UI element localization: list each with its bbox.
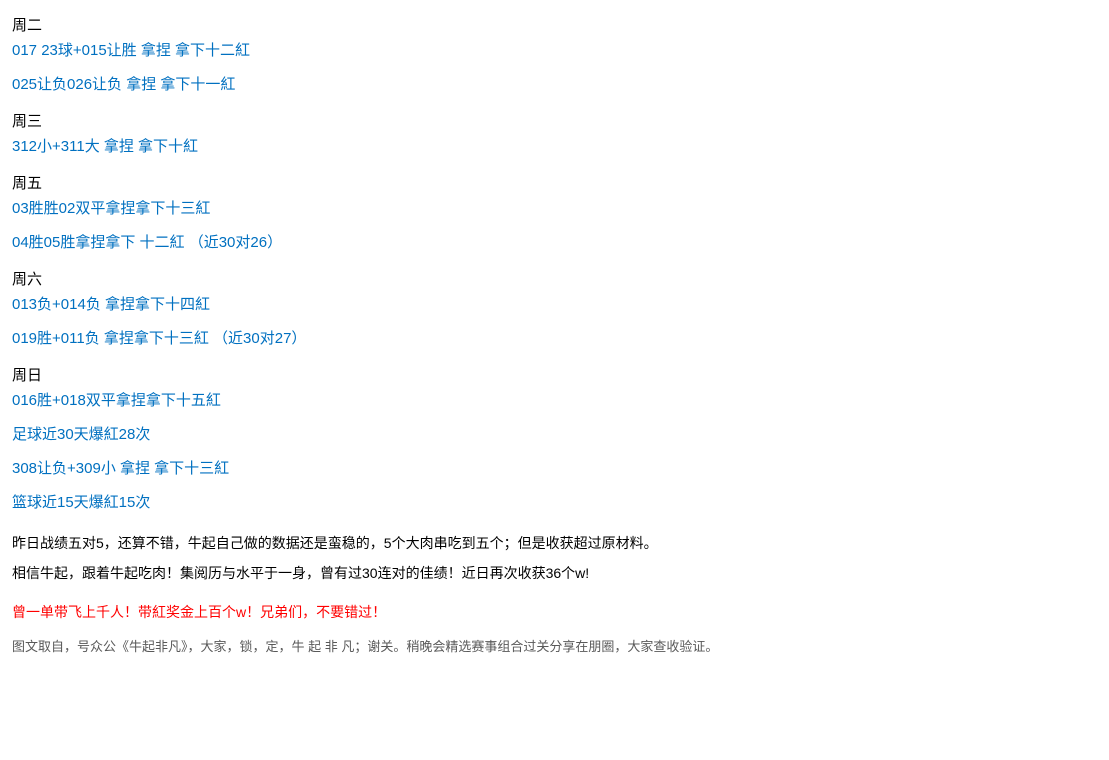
match-line-4: 03胜胜02双平拿捏拿下十三紅 bbox=[12, 197, 1097, 221]
day-header-saturday: 周六 bbox=[12, 268, 1097, 289]
match-line-7: 019胜+011负 拿捏拿下十三紅 （近30对27） bbox=[12, 327, 1097, 351]
day-header-sunday: 周日 bbox=[12, 364, 1097, 385]
match-line-5: 04胜05胜拿捏拿下 十二紅 （近30对26） bbox=[12, 231, 1097, 255]
match-line-6: 013负+014负 拿捏拿下十四紅 bbox=[12, 293, 1097, 317]
footer-line-4: 图文取自，号众公《牛起非凡》，大家，锁，定，牛 起 非 凡；谢关。稍晚会精选赛事… bbox=[12, 636, 1097, 655]
match-line-8: 016胜+018双平拿捏拿下十五紅 bbox=[12, 389, 1097, 413]
day-section-wednesday: 周三 312小+311大 拿捏 拿下十紅 bbox=[12, 110, 1097, 159]
day-section-tuesday: 周二 017 23球+015让胜 拿捏 拿下十二紅 025让负026让负 拿捏 … bbox=[12, 14, 1097, 97]
footer-line-1: 昨日战绩五对5，还算不错，牛起自己做的数据还是蛮稳的，5个大肉串吃到五个；但是收… bbox=[12, 532, 1097, 556]
footer-line-3: 曾一单带飞上千人！带紅奖金上百个w！兄弟们，不要错过！ bbox=[12, 602, 1097, 622]
match-line-1: 017 23球+015让胜 拿捏 拿下十二紅 bbox=[12, 39, 1097, 63]
day-header-tuesday: 周二 bbox=[12, 14, 1097, 35]
summary-football: 足球近30天爆紅28次 bbox=[12, 423, 1097, 447]
footer-line-2: 相信牛起，跟着牛起吃肉！集阅历与水平于一身，曾有过30连对的佳绩！近日再次收获3… bbox=[12, 562, 1097, 586]
content-container: 周二 017 23球+015让胜 拿捏 拿下十二紅 025让负026让负 拿捏 … bbox=[12, 14, 1097, 655]
summary-basketball: 篮球近15天爆紅15次 bbox=[12, 491, 1097, 515]
match-line-2: 025让负026让负 拿捏 拿下十一紅 bbox=[12, 73, 1097, 97]
day-section-friday: 周五 03胜胜02双平拿捏拿下十三紅 04胜05胜拿捏拿下 十二紅 （近30对2… bbox=[12, 172, 1097, 255]
day-header-wednesday: 周三 bbox=[12, 110, 1097, 131]
match-line-9: 308让负+309小 拿捏 拿下十三紅 bbox=[12, 457, 1097, 481]
day-header-friday: 周五 bbox=[12, 172, 1097, 193]
day-section-sunday: 周日 016胜+018双平拿捏拿下十五紅 足球近30天爆紅28次 308让负+3… bbox=[12, 364, 1097, 515]
day-section-saturday: 周六 013负+014负 拿捏拿下十四紅 019胜+011负 拿捏拿下十三紅 （… bbox=[12, 268, 1097, 351]
match-line-3: 312小+311大 拿捏 拿下十紅 bbox=[12, 135, 1097, 159]
